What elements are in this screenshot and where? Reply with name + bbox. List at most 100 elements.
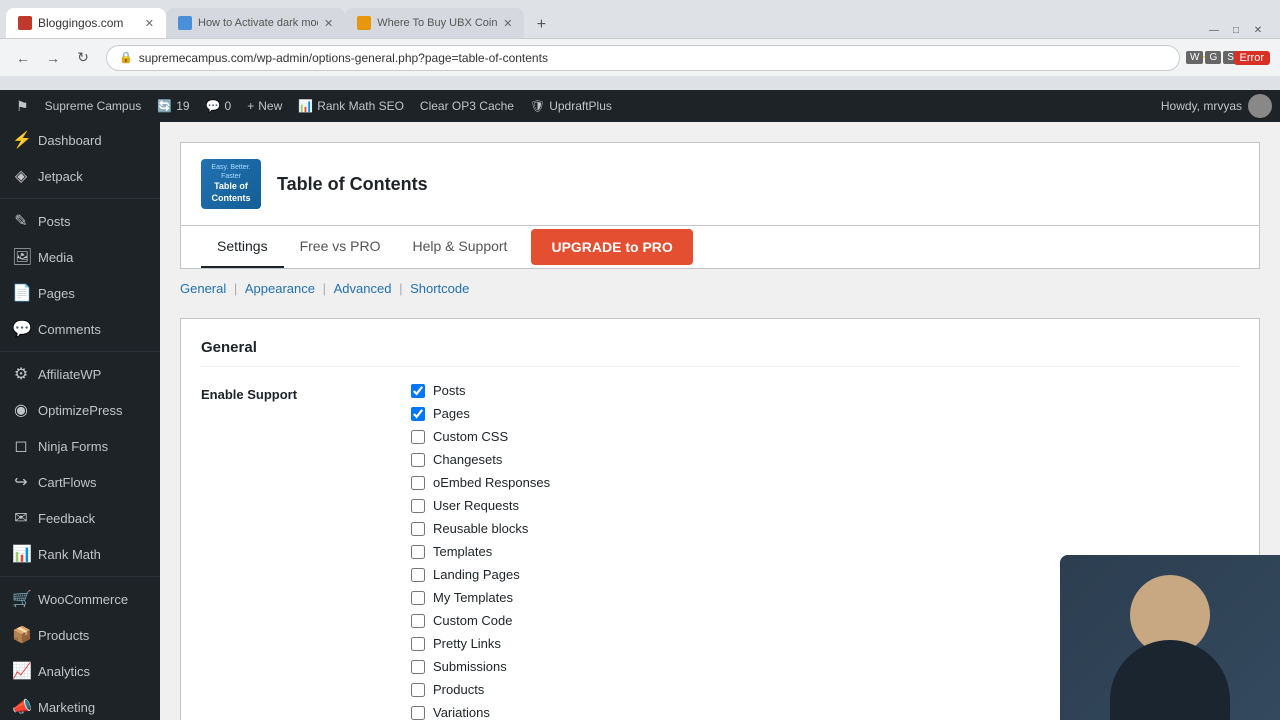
- checkbox-label-pages: Pages: [433, 406, 470, 421]
- plugin-title: Table of Contents: [277, 174, 428, 195]
- tab-close-3[interactable]: ✕: [503, 17, 512, 30]
- refresh-button[interactable]: ↻: [70, 45, 96, 71]
- sidebar-item-products[interactable]: 📦 Products: [0, 617, 160, 653]
- sidebar-item-affiliatewp[interactable]: ⚙ AffiliateWP: [0, 356, 160, 392]
- checkbox-reusable-blocks: Reusable blocks: [411, 521, 1239, 536]
- checkbox-input-pretty-links[interactable]: [411, 637, 425, 651]
- sidebar-label-marketing: Marketing: [38, 700, 95, 715]
- tab-settings[interactable]: Settings: [201, 226, 284, 268]
- sidebar-item-analytics[interactable]: 📈 Analytics: [0, 653, 160, 689]
- checkbox-input-custom-css[interactable]: [411, 430, 425, 444]
- subnav-advanced[interactable]: Advanced: [334, 281, 392, 296]
- checkbox-label-landing-pages: Landing Pages: [433, 567, 520, 582]
- browser-chrome: Bloggingos.com ✕ How to Activate dark mo…: [0, 0, 1280, 90]
- checkbox-label-custom-code: Custom Code: [433, 613, 512, 628]
- checkbox-input-landing-pages[interactable]: [411, 568, 425, 582]
- checkbox-input-variations[interactable]: [411, 706, 425, 720]
- maximize-button[interactable]: □: [1228, 22, 1244, 38]
- tab-free-vs-pro[interactable]: Free vs PRO: [284, 226, 397, 268]
- browser-tab-3[interactable]: Where To Buy UBX Coin : 5 Cry... ✕: [345, 8, 524, 38]
- sub-nav-sep-3: |: [399, 281, 406, 296]
- checkbox-input-posts[interactable]: [411, 384, 425, 398]
- browser-tab-2[interactable]: How to Activate dark mode on s... ✕: [166, 8, 345, 38]
- sidebar-item-dashboard[interactable]: ⚡ Dashboard: [0, 122, 160, 158]
- checkbox-label-oembed: oEmbed Responses: [433, 475, 550, 490]
- wp-logo-item[interactable]: ⚑: [8, 90, 37, 122]
- checkbox-input-oembed[interactable]: [411, 476, 425, 490]
- video-overlay: [1060, 555, 1280, 720]
- sidebar-item-posts[interactable]: ✎ Posts: [0, 203, 160, 239]
- checkbox-input-submissions[interactable]: [411, 660, 425, 674]
- plus-icon: +: [247, 99, 254, 113]
- tab-close-1[interactable]: ✕: [145, 17, 154, 30]
- logo-line1: Easy. Better. Faster: [201, 163, 261, 181]
- site-name-item[interactable]: Supreme Campus: [37, 90, 150, 122]
- tab-close-2[interactable]: ✕: [324, 17, 333, 30]
- checkbox-label-products: Products: [433, 682, 484, 697]
- forward-button[interactable]: →: [40, 45, 66, 71]
- comments-item[interactable]: 💬 0: [198, 90, 240, 122]
- plugin-logo: Easy. Better. Faster Table of Contents: [201, 159, 261, 209]
- extension-icon-1[interactable]: W: [1186, 51, 1203, 64]
- sidebar-item-optimizepress[interactable]: ◉ OptimizePress: [0, 392, 160, 428]
- address-bar[interactable]: 🔒 supremecampus.com/wp-admin/options-gen…: [106, 45, 1180, 71]
- rank-math-label: Rank Math SEO: [317, 99, 404, 113]
- admin-bar-right: Howdy, mrvyas: [1161, 94, 1272, 118]
- sidebar-item-woocommerce[interactable]: 🛒 WooCommerce: [0, 581, 160, 617]
- shield-icon: 🛡: [530, 99, 545, 113]
- wp-logo-icon: ⚑: [16, 98, 29, 115]
- rank-math-item[interactable]: 📊 Rank Math SEO: [290, 90, 412, 122]
- sidebar-item-cartflows[interactable]: ↪ CartFlows: [0, 464, 160, 500]
- sidebar-item-media[interactable]: 🖼 Media: [0, 239, 160, 275]
- howdy-label: Howdy, mrvyas: [1161, 99, 1242, 113]
- checkbox-input-my-templates[interactable]: [411, 591, 425, 605]
- checkbox-label-templates: Templates: [433, 544, 492, 559]
- checkbox-label-variations: Variations: [433, 705, 490, 720]
- new-tab-button[interactable]: +: [528, 12, 554, 38]
- back-button[interactable]: ←: [10, 45, 36, 71]
- checkbox-input-pages[interactable]: [411, 407, 425, 421]
- sidebar-item-feedback[interactable]: ✉ Feedback: [0, 500, 160, 536]
- checkbox-label-changesets: Changesets: [433, 452, 502, 467]
- browser-tab-active[interactable]: Bloggingos.com ✕: [6, 8, 166, 38]
- tab-help-support[interactable]: Help & Support: [397, 226, 524, 268]
- sidebar-item-marketing[interactable]: 📣 Marketing: [0, 689, 160, 720]
- close-window-button[interactable]: ✕: [1250, 22, 1266, 38]
- updraftplus-item[interactable]: 🛡 UpdraftPlus: [522, 90, 620, 122]
- sidebar-item-ninja-forms[interactable]: ◻ Ninja Forms: [0, 428, 160, 464]
- enable-support-label: Enable Support: [201, 383, 381, 720]
- howdy-item[interactable]: Howdy, mrvyas: [1161, 94, 1272, 118]
- comments-count: 0: [225, 99, 232, 113]
- tab-title-1: Bloggingos.com: [38, 16, 123, 30]
- sidebar-label-comments: Comments: [38, 322, 101, 337]
- subnav-general[interactable]: General: [180, 281, 226, 296]
- subnav-shortcode[interactable]: Shortcode: [410, 281, 469, 296]
- error-badge: Error: [1234, 51, 1270, 65]
- sidebar-item-pages[interactable]: 📄 Pages: [0, 275, 160, 311]
- checkbox-input-changesets[interactable]: [411, 453, 425, 467]
- new-content-item[interactable]: + New: [239, 90, 290, 122]
- comments-icon: 💬: [206, 99, 221, 113]
- checkbox-user-requests: User Requests: [411, 498, 1239, 513]
- checkbox-pages: Pages: [411, 406, 1239, 421]
- sidebar-label-cartflows: CartFlows: [38, 475, 97, 490]
- sidebar-item-comments[interactable]: 💬 Comments: [0, 311, 160, 347]
- checkbox-input-user-requests[interactable]: [411, 499, 425, 513]
- video-person: [1060, 555, 1280, 720]
- extension-icon-2[interactable]: G: [1205, 51, 1221, 64]
- minimize-button[interactable]: —: [1206, 22, 1222, 38]
- checkbox-input-templates[interactable]: [411, 545, 425, 559]
- updates-item[interactable]: 🔄 19: [149, 90, 197, 122]
- checkbox-input-products[interactable]: [411, 683, 425, 697]
- tab-upgrade[interactable]: UPGRADE to PRO: [531, 229, 692, 265]
- subnav-appearance[interactable]: Appearance: [245, 281, 315, 296]
- sidebar-item-jetpack[interactable]: ◈ Jetpack: [0, 158, 160, 194]
- wp-sidebar: ⚡ Dashboard ◈ Jetpack ✎ Posts 🖼 Media 📄 …: [0, 90, 160, 720]
- sidebar-item-rank-math[interactable]: 📊 Rank Math: [0, 536, 160, 572]
- checkbox-input-reusable-blocks[interactable]: [411, 522, 425, 536]
- sidebar-label-feedback: Feedback: [38, 511, 95, 526]
- plugin-header: Easy. Better. Faster Table of Contents T…: [180, 142, 1260, 226]
- clear-cache-item[interactable]: Clear OP3 Cache: [412, 90, 522, 122]
- checkbox-input-custom-code[interactable]: [411, 614, 425, 628]
- plugin-info: Table of Contents: [277, 174, 428, 195]
